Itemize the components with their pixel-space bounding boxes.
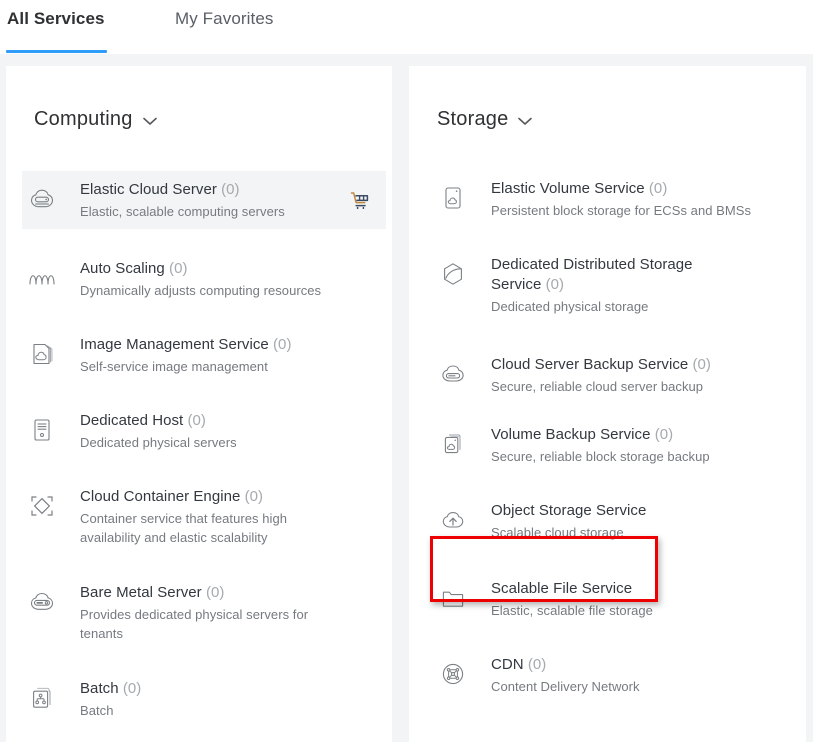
service-desc: Scalable cloud storage [491, 525, 624, 540]
chevron-down-icon[interactable] [142, 117, 157, 126]
service-text: Dedicated Distributed Storage Service (0… [491, 254, 723, 316]
service-desc: Self-service image management [80, 359, 268, 374]
active-tab-indicator [6, 50, 107, 53]
cdn-icon [433, 654, 473, 694]
service-columns: Computing Elastic Cloud Server (0) Elast… [0, 54, 813, 742]
bare-metal-server-icon [22, 582, 62, 622]
service-text: Image Management Service (0) Self-servic… [80, 334, 292, 376]
cloud-server-backup-icon [433, 354, 473, 394]
service-desc: Secure, reliable block storage backup [491, 449, 710, 464]
category-header-computing[interactable]: Computing [34, 106, 157, 132]
service-desc: Secure, reliable cloud server backup [491, 379, 704, 394]
dedicated-distributed-storage-icon [433, 254, 473, 294]
service-name: Volume Backup Service (0) [491, 426, 674, 443]
service-count: (0) [527, 656, 547, 673]
service-desc: Persistent block storage for ECSs and BM… [491, 203, 752, 218]
elastic-volume-service-icon [433, 178, 473, 218]
service-item-dedicated-host[interactable]: Dedicated Host (0) Dedicated physical se… [22, 410, 386, 452]
service-text: Elastic Volume Service (0) Persistent bl… [491, 178, 751, 220]
auto-scaling-icon [22, 258, 62, 298]
service-name: Dedicated Host (0) [80, 412, 206, 429]
scalable-file-service-icon [433, 578, 473, 618]
service-desc: Provides dedicated physical servers for … [80, 607, 309, 641]
volume-backup-icon [433, 424, 473, 464]
service-item-cloud-container-engine[interactable]: Cloud Container Engine (0) Container ser… [22, 486, 342, 547]
service-text: Elastic Cloud Server (0) Elastic, scalab… [80, 179, 285, 221]
service-item-batch[interactable]: Batch (0) Batch [22, 678, 386, 720]
elastic-cloud-server-icon [22, 180, 62, 220]
service-desc: Dynamically adjusts computing resources [80, 283, 322, 298]
tab-my-favorites[interactable]: My Favorites [175, 7, 274, 31]
service-count: (0) [205, 584, 225, 601]
service-desc: Elastic, scalable file storage [491, 603, 653, 618]
service-item-bare-metal-server[interactable]: Bare Metal Server (0) Provides dedicated… [22, 582, 352, 643]
service-text: Cloud Container Engine (0) Container ser… [80, 486, 342, 547]
service-text: Dedicated Host (0) Dedicated physical se… [80, 410, 237, 452]
service-item-cdn[interactable]: CDN (0) Content Delivery Network [433, 654, 793, 696]
service-name: Batch (0) [80, 680, 142, 697]
tab-all-services[interactable]: All Services [7, 7, 105, 31]
service-name: Scalable File Service [491, 580, 633, 597]
service-desc: Elastic, scalable computing servers [80, 204, 285, 219]
service-name: Image Management Service (0) [80, 336, 292, 353]
service-desc: Content Delivery Network [491, 679, 640, 694]
service-desc: Container service that features high ava… [80, 511, 288, 545]
service-count: (0) [273, 336, 292, 353]
all-services-page: All Services My Favorites Computing Elas… [0, 0, 813, 742]
tab-bar: All Services My Favorites [0, 0, 813, 54]
shopping-cart-icon[interactable] [350, 191, 370, 211]
cloud-container-engine-icon [22, 486, 62, 526]
service-item-elastic-cloud-server[interactable]: Elastic Cloud Server (0) Elastic, scalab… [22, 171, 386, 229]
service-name: Auto Scaling (0) [80, 260, 188, 277]
service-name: Cloud Server Backup Service (0) [491, 356, 711, 373]
service-name: Cloud Container Engine (0) [80, 488, 264, 505]
service-count: (0) [244, 488, 264, 505]
category-title: Storage [437, 108, 509, 130]
service-item-elastic-volume-service[interactable]: Elastic Volume Service (0) Persistent bl… [433, 178, 793, 220]
service-name: Object Storage Service [491, 502, 647, 519]
service-item-image-management-service[interactable]: Image Management Service (0) Self-servic… [22, 334, 386, 376]
service-item-object-storage-service[interactable]: Object Storage Service Scalable cloud st… [433, 500, 793, 542]
service-text: Scalable File Service Elastic, scalable … [491, 578, 653, 620]
dedicated-host-icon [22, 410, 62, 450]
service-count: (0) [187, 412, 206, 429]
category-panel-computing: Computing Elastic Cloud Server (0) Elast… [6, 66, 392, 742]
service-text: Auto Scaling (0) Dynamically adjusts com… [80, 258, 321, 300]
category-title: Computing [34, 108, 133, 130]
service-item-dedicated-distributed-storage-service[interactable]: Dedicated Distributed Storage Service (0… [433, 254, 723, 316]
service-desc: Dedicated physical servers [80, 435, 237, 450]
service-name: CDN (0) [491, 656, 547, 673]
service-count: (0) [169, 260, 188, 277]
category-header-storage[interactable]: Storage [437, 106, 533, 132]
service-desc: Dedicated physical storage [491, 299, 649, 314]
service-count: (0) [648, 180, 668, 197]
service-name: Elastic Volume Service (0) [491, 180, 668, 197]
service-item-auto-scaling[interactable]: Auto Scaling (0) Dynamically adjusts com… [22, 258, 386, 300]
service-count: (0) [122, 680, 142, 697]
service-text: Cloud Server Backup Service (0) Secure, … [491, 354, 711, 396]
batch-icon [22, 678, 62, 718]
service-count: (0) [221, 181, 240, 198]
service-desc: Batch [80, 703, 114, 718]
service-text: Object Storage Service Scalable cloud st… [491, 500, 646, 542]
image-management-icon [22, 334, 62, 374]
service-count: (0) [545, 276, 565, 293]
object-storage-service-icon [433, 500, 473, 540]
chevron-down-icon[interactable] [518, 117, 533, 126]
service-name: Dedicated Distributed Storage Service (0… [491, 256, 693, 293]
service-item-volume-backup-service[interactable]: Volume Backup Service (0) Secure, reliab… [433, 424, 793, 466]
service-count: (0) [654, 426, 674, 443]
service-text: Volume Backup Service (0) Secure, reliab… [491, 424, 710, 466]
service-name: Bare Metal Server (0) [80, 584, 225, 601]
service-text: Batch (0) Batch [80, 678, 141, 720]
service-name: Elastic Cloud Server (0) [80, 181, 240, 198]
service-item-scalable-file-service[interactable]: Scalable File Service Elastic, scalable … [433, 578, 793, 620]
service-item-cloud-server-backup-service[interactable]: Cloud Server Backup Service (0) Secure, … [433, 354, 793, 396]
service-text: CDN (0) Content Delivery Network [491, 654, 640, 696]
category-panel-storage: Storage Elastic Volume Service (0) Persi… [409, 66, 806, 742]
service-count: (0) [692, 356, 711, 373]
service-text: Bare Metal Server (0) Provides dedicated… [80, 582, 352, 643]
